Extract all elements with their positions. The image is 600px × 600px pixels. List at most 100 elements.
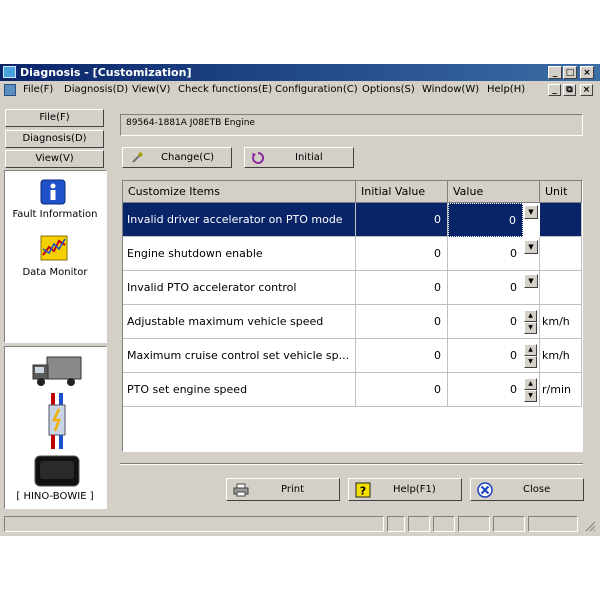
spin-up-icon[interactable]: ▲	[524, 378, 537, 390]
value-field[interactable]: 0	[448, 237, 523, 271]
close-window-button[interactable]: ×	[580, 66, 594, 79]
column-header-initial-value[interactable]: Initial Value	[356, 181, 448, 203]
app-icon	[3, 66, 16, 78]
initial-value: 0	[356, 339, 448, 373]
menu-diagnosis[interactable]: Diagnosis(D)	[64, 84, 128, 95]
table-row[interactable]: Invalid driver accelerator on PTO mode 0…	[123, 203, 582, 237]
status-panel	[4, 516, 384, 532]
menu-file[interactable]: File(F)	[23, 84, 53, 95]
unit: km/h	[540, 339, 582, 373]
menu-bar: File(F) Diagnosis(D) View(V) Check funct…	[0, 81, 600, 99]
printer-icon	[233, 483, 249, 497]
unit	[540, 203, 582, 237]
change-button[interactable]: Change(C)	[122, 147, 232, 168]
sidebar-panel: Fault Information Data Monitor	[4, 170, 107, 343]
print-button-label: Print	[281, 484, 305, 495]
unit	[540, 237, 582, 271]
minimize-button[interactable]: _	[548, 66, 562, 79]
help-button[interactable]: ? Help(F1)	[348, 478, 462, 501]
initial-value: 0	[356, 203, 448, 237]
close-button[interactable]: Close	[470, 478, 584, 501]
reset-icon	[252, 151, 265, 164]
table-row[interactable]: PTO set engine speed 0 0 ▲ ▼ r/min	[123, 373, 582, 407]
document-icon	[4, 84, 16, 96]
value-field[interactable]: 0	[448, 271, 523, 305]
status-panel	[528, 516, 578, 532]
maximize-button[interactable]: □	[563, 66, 577, 79]
value-field[interactable]: 0	[448, 373, 523, 407]
initial-value: 0	[356, 305, 448, 339]
column-header-unit[interactable]: Unit	[540, 181, 582, 203]
menu-check-functions[interactable]: Check functions(E)	[178, 84, 272, 95]
status-panel	[387, 516, 405, 532]
column-header-value[interactable]: Value	[448, 181, 540, 203]
unit: r/min	[540, 373, 582, 407]
spin-up-icon[interactable]: ▲	[524, 310, 537, 322]
status-panel	[433, 516, 455, 532]
item-name: Engine shutdown enable	[123, 237, 356, 271]
device-panel: [ HINO-BOWIE ]	[4, 346, 107, 509]
value-field[interactable]: 0	[448, 339, 523, 373]
dropdown-arrow-icon[interactable]: ▼	[524, 205, 538, 219]
dropdown-arrow-icon[interactable]: ▼	[524, 274, 538, 288]
initial-button[interactable]: Initial	[244, 147, 354, 168]
status-bar	[0, 512, 600, 536]
unit	[540, 271, 582, 305]
svg-text:?: ?	[360, 485, 366, 498]
menu-help[interactable]: Help(H)	[487, 84, 525, 95]
sidebar-view-button[interactable]: View(V)	[5, 150, 104, 168]
initial-value: 0	[356, 237, 448, 271]
sidebar-diagnosis-button[interactable]: Diagnosis(D)	[5, 130, 104, 148]
close-button-label: Close	[523, 484, 551, 495]
mdi-restore-button[interactable]: ⧉	[563, 84, 576, 96]
item-name: Maximum cruise control set vehicle sp...	[123, 339, 356, 373]
initial-button-label: Initial	[295, 152, 323, 163]
item-name: Invalid PTO accelerator control	[123, 271, 356, 305]
spin-down-icon[interactable]: ▼	[524, 322, 537, 334]
menu-window[interactable]: Window(W)	[422, 84, 479, 95]
menu-configuration[interactable]: Configuration(C)	[275, 84, 358, 95]
sidebar-item-label: Data Monitor	[22, 267, 88, 278]
table-row[interactable]: Adjustable maximum vehicle speed 0 0 ▲ ▼…	[123, 305, 582, 339]
dropdown-arrow-icon[interactable]: ▼	[524, 240, 538, 254]
mdi-close-button[interactable]: ×	[580, 84, 593, 96]
value-field[interactable]: 0	[448, 203, 523, 237]
close-icon	[477, 482, 493, 498]
vehicle-info-field: 89564-1881A J08ETB Engine	[120, 114, 583, 136]
menu-options[interactable]: Options(S)	[362, 84, 415, 95]
sidebar-file-button[interactable]: File(F)	[5, 109, 104, 127]
status-panel	[408, 516, 430, 532]
sidebar-item-data-monitor[interactable]: Data Monitor	[5, 233, 105, 283]
table-row[interactable]: Engine shutdown enable 0 0 ▼	[123, 237, 582, 271]
item-name: Invalid driver accelerator on PTO mode	[123, 203, 356, 237]
status-panel	[493, 516, 525, 532]
info-icon	[40, 179, 66, 205]
help-icon: ?	[355, 482, 371, 498]
value-field[interactable]: 0	[448, 305, 523, 339]
initial-value: 0	[356, 271, 448, 305]
title-bar: Diagnosis - [Customization] _ □ ×	[0, 64, 600, 81]
resize-grip-icon[interactable]	[584, 520, 596, 532]
unit: km/h	[540, 305, 582, 339]
sidebar-item-fault-information[interactable]: Fault Information	[5, 177, 105, 227]
window-title: Diagnosis - [Customization]	[20, 66, 192, 79]
table-row[interactable]: Invalid PTO accelerator control 0 0 ▼	[123, 271, 582, 305]
item-name: Adjustable maximum vehicle speed	[123, 305, 356, 339]
print-button[interactable]: Print	[226, 478, 340, 501]
change-button-label: Change(C)	[161, 152, 215, 163]
item-name: PTO set engine speed	[123, 373, 356, 407]
diagnostic-device-icon	[34, 455, 80, 487]
separator	[120, 463, 583, 465]
spin-up-icon[interactable]: ▲	[524, 344, 537, 356]
table-row[interactable]: Maximum cruise control set vehicle sp...…	[123, 339, 582, 373]
chart-icon	[40, 235, 68, 261]
menu-view[interactable]: View(V)	[132, 84, 170, 95]
wrench-icon	[132, 152, 143, 163]
column-header-customize-items[interactable]: Customize Items	[123, 181, 356, 203]
help-button-label: Help(F1)	[393, 484, 436, 495]
cable-connector-icon	[48, 393, 66, 449]
mdi-minimize-button[interactable]: _	[548, 84, 561, 96]
spin-down-icon[interactable]: ▼	[524, 390, 537, 402]
spin-down-icon[interactable]: ▼	[524, 356, 537, 368]
customize-table: Customize Items Initial Value Value Unit…	[122, 180, 583, 452]
